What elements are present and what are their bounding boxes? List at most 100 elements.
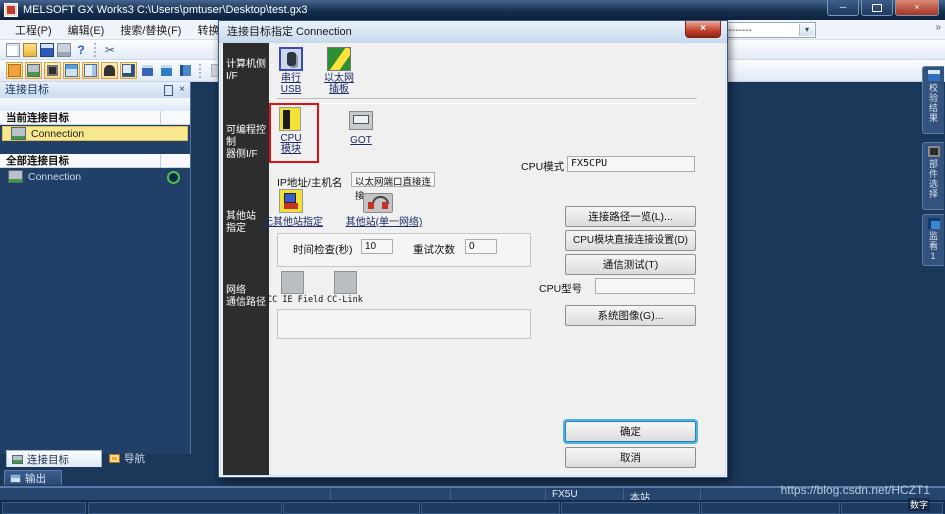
got-item[interactable]: [349, 111, 373, 130]
help-icon[interactable]: ?: [74, 43, 88, 57]
cut-icon[interactable]: ✂: [105, 43, 119, 57]
dock-close-icon[interactable]: ×: [177, 84, 187, 95]
menu-project[interactable]: 工程(P): [8, 20, 59, 40]
element-selection-icon[interactable]: [44, 62, 61, 79]
dialog-title: 连接目标指定 Connection: [227, 26, 352, 38]
print-icon[interactable]: [57, 43, 71, 57]
tab-navigation[interactable]: 导航: [104, 450, 168, 467]
active-connection-radio[interactable]: [167, 171, 180, 184]
no-other-station-label[interactable]: 无其他站指定: [259, 217, 327, 228]
current-connection-header: 当前连接目标: [0, 111, 190, 125]
chevron-down-icon[interactable]: ▾: [799, 24, 814, 36]
tab-connection-destination[interactable]: 连接目标: [6, 450, 102, 467]
restore-button[interactable]: [861, 0, 893, 16]
toolbar-overflow-icon[interactable]: »: [935, 22, 941, 33]
cpu-model-label: CPU型号: [539, 281, 582, 296]
dock-panel-header: 连接目标: [0, 82, 190, 98]
cpu-module-item[interactable]: [279, 107, 301, 131]
serial-usb-label[interactable]: 串行 USB: [265, 73, 317, 95]
current-connection-label: 当前连接目标: [6, 112, 69, 124]
ip-hostname-field[interactable]: 以太网端口直接连接: [351, 172, 435, 187]
cpu-direct-connection-button[interactable]: CPU模块直接连接设置(D): [565, 230, 696, 251]
menu-edit[interactable]: 编辑(E): [61, 20, 112, 40]
verify-result-icon: [928, 70, 940, 81]
cc-ie-field-icon[interactable]: [281, 271, 304, 294]
find-icon[interactable]: [101, 62, 118, 79]
output-window-icon[interactable]: [63, 62, 80, 79]
connection-destination-icon[interactable]: [25, 62, 42, 79]
watermark-url: https://blog.csdn.net/HCZT1: [660, 483, 930, 497]
device-comment-icon[interactable]: [139, 62, 156, 79]
serial-usb-item[interactable]: [279, 47, 303, 71]
save-project-icon[interactable]: [40, 43, 54, 57]
status-plc-type: FX5U: [552, 489, 578, 500]
other-station-single-icon: [363, 193, 393, 213]
connection-tab-icon: [12, 455, 23, 464]
section-separator: [277, 98, 697, 104]
new-project-icon[interactable]: [6, 43, 20, 57]
status-segment: [421, 502, 560, 514]
device-storage-icon[interactable]: [177, 62, 194, 79]
minimize-button[interactable]: ─: [827, 0, 859, 16]
all-connections-label: 全部连接目标: [6, 155, 69, 167]
cc-link-label: CC-Link: [327, 295, 363, 305]
retry-count-field[interactable]: 0: [465, 239, 497, 254]
ethernet-board-item[interactable]: [327, 47, 351, 71]
got-icon: [349, 111, 373, 130]
tab-output[interactable]: 输出: [4, 470, 62, 485]
connection-icon: [11, 127, 26, 140]
close-button[interactable]: ×: [895, 0, 939, 16]
all-connection-name: Connection: [28, 171, 81, 183]
toolbar-grip-2[interactable]: [199, 64, 204, 78]
status-segment: [2, 502, 86, 514]
communication-test-button[interactable]: 通信测试(T): [565, 254, 696, 275]
ethernet-board-label[interactable]: 以太网 插板: [313, 73, 365, 95]
current-connection-item[interactable]: Connection: [2, 126, 188, 141]
status-bar-row2: [0, 500, 945, 514]
route-info-box: [277, 309, 531, 339]
cpu-mode-field: FX5CPU: [567, 156, 695, 172]
check-time-field[interactable]: 10: [361, 239, 393, 254]
ok-button[interactable]: 确定: [565, 421, 696, 442]
verify-result-label: 校验结果: [927, 83, 940, 123]
restore-icon: [872, 4, 882, 12]
progress-window-icon[interactable]: [82, 62, 99, 79]
no-other-station-item[interactable]: [279, 189, 303, 213]
tab-watch-1[interactable]: 监看1: [922, 214, 944, 266]
dialog-body: 计算机侧 I/F 可编程控制 器侧I/F 其他站 指定 网络 通信路径 串行 U…: [221, 43, 725, 475]
tab-verify-result[interactable]: 校验结果: [922, 66, 944, 134]
open-project-icon[interactable]: [23, 43, 37, 57]
toolbar-grip[interactable]: [94, 43, 99, 57]
column-divider: [160, 154, 161, 168]
got-label[interactable]: GOT: [343, 135, 379, 146]
pc-side-if-label: 计算机侧 I/F: [226, 59, 268, 83]
other-station-single-item[interactable]: [363, 193, 393, 213]
window-title: MELSOFT GX Works3 C:\Users\pmtuser\Deskt…: [23, 4, 307, 16]
status-segment: [88, 502, 282, 514]
device-memory-icon[interactable]: [158, 62, 175, 79]
output-tab-icon: [10, 474, 21, 483]
connection-destination-dialog: 连接目标指定 Connection × 计算机侧 I/F 可编程控制 器侧I/F…: [218, 20, 728, 478]
all-connection-item[interactable]: Connection: [0, 169, 190, 184]
ip-hostname-label: IP地址/主机名: [277, 175, 342, 190]
status-segment: [283, 502, 420, 514]
dialog-close-button[interactable]: ×: [685, 21, 721, 38]
pin-icon[interactable]: [164, 85, 173, 96]
other-station-single-label[interactable]: 其他站(单一网络): [339, 217, 429, 228]
menu-find-replace[interactable]: 搜索/替换(F): [113, 20, 188, 40]
tab-element-selection[interactable]: 部件选择: [922, 142, 944, 210]
find-in-window-icon[interactable]: [120, 62, 137, 79]
cancel-button[interactable]: 取消: [565, 447, 696, 468]
system-image-button[interactable]: 系统图像(G)...: [565, 305, 696, 326]
serial-usb-icon: [279, 47, 303, 71]
dialog-titlebar[interactable]: 连接目标指定 Connection: [219, 21, 727, 43]
navigation-window-icon[interactable]: [6, 62, 23, 79]
plc-side-if-label: 可编程控制 器侧I/F: [226, 125, 268, 161]
cpu-mode-label: CPU模式: [521, 159, 564, 174]
all-connections-header: 全部连接目标: [0, 154, 190, 168]
cpu-module-label[interactable]: CPU 模块: [269, 133, 313, 155]
connection-icon: [8, 170, 23, 183]
connection-path-list-button[interactable]: 连接路径一览(L)...: [565, 206, 696, 227]
network-route-label: 网络 通信路径: [226, 285, 268, 309]
cc-link-icon[interactable]: [334, 271, 357, 294]
